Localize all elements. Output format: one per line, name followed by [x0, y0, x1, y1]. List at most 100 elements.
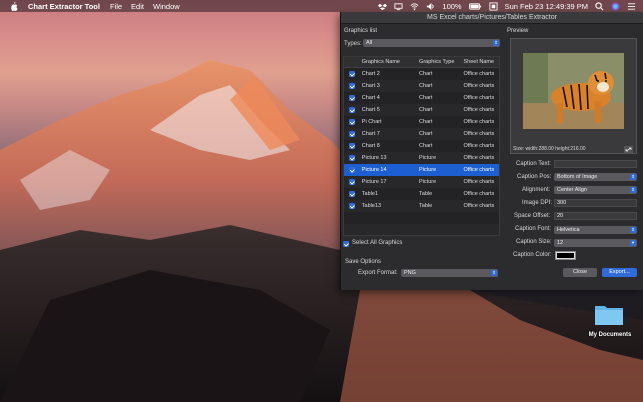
cell-sheet-name: Office charts	[463, 119, 495, 125]
preview-panel: Size: width:288.00 height:216.00	[510, 38, 637, 154]
table-row[interactable]: Picture 17 Picture Office charts	[344, 176, 499, 188]
flag-icon[interactable]	[489, 1, 498, 11]
expand-icon[interactable]	[624, 146, 633, 153]
caption-font-popup[interactable]: Helvetica ⇕	[554, 226, 637, 234]
window-title[interactable]: MS Excel charts/Pictures/Tables Extracto…	[341, 12, 643, 24]
table-row[interactable]: Chart 5 Chart Office charts	[344, 104, 499, 116]
cell-sheet-name: Office charts	[463, 179, 495, 185]
cell-graphics-type: Picture	[419, 167, 437, 173]
caption-pos-label: Caption Pos:	[517, 174, 552, 180]
table-row[interactable]: Chart 7 Chart Office charts	[344, 128, 499, 140]
empty-row	[344, 212, 499, 224]
popup-arrows-icon: ⇕	[630, 187, 636, 193]
menu-file[interactable]: File	[110, 2, 122, 11]
table-row[interactable]: Chart 4 Chart Office charts	[344, 92, 499, 104]
cell-sheet-name: Office charts	[463, 167, 495, 173]
menu-bar: Chart Extractor Tool File Edit Window 10…	[0, 0, 643, 12]
cell-graphics-name: Chart 2	[361, 71, 380, 77]
chevron-down-icon: ▾	[630, 240, 636, 246]
close-button[interactable]: Close	[563, 268, 597, 277]
siri-icon[interactable]	[611, 1, 620, 11]
export-format-popup[interactable]: PNG ⇕	[401, 269, 498, 277]
row-checkbox[interactable]	[348, 155, 355, 161]
row-checkbox[interactable]	[348, 107, 355, 113]
caption-color-well[interactable]	[555, 251, 576, 260]
cell-sheet-name: Office charts	[463, 203, 495, 209]
row-checkbox[interactable]	[348, 167, 355, 173]
image-dpi-input[interactable]: 300	[554, 199, 637, 207]
table-row[interactable]: Picture 14 Picture Office charts	[344, 164, 499, 176]
types-popup-value: All	[366, 40, 373, 46]
cell-graphics-name: Chart 8	[361, 143, 380, 149]
row-checkbox[interactable]	[348, 203, 355, 209]
space-offset-input[interactable]: 20	[554, 212, 637, 220]
menu-edit[interactable]: Edit	[131, 2, 144, 11]
cell-graphics-name: Pi Chart	[361, 119, 382, 125]
cell-sheet-name: Office charts	[463, 71, 495, 77]
cell-graphics-type: Chart	[419, 95, 433, 101]
caption-pos-popup[interactable]: Bottom of Image ⇕	[554, 173, 637, 181]
row-checkbox[interactable]	[348, 179, 355, 185]
popup-arrows-icon: ⇕	[630, 227, 636, 233]
export-button[interactable]: Export...	[602, 268, 637, 277]
select-all-checkbox[interactable]	[343, 241, 349, 247]
table-row[interactable]: Chart 8 Chart Office charts	[344, 140, 499, 152]
table-row[interactable]: Table1 Table Office charts	[344, 188, 499, 200]
table-row[interactable]: Chart 2 Chart Office charts	[344, 68, 499, 80]
column-sheet-name[interactable]: Sheet Name	[461, 57, 499, 67]
caption-text-input[interactable]	[554, 160, 637, 168]
apple-icon[interactable]	[10, 1, 19, 11]
volume-icon[interactable]	[426, 2, 435, 11]
alignment-popup[interactable]: Center Align ⇕	[554, 186, 637, 194]
column-graphics-name[interactable]: Graphics Name	[360, 57, 417, 67]
cell-graphics-name: Chart 7	[361, 131, 380, 137]
cell-graphics-name: Chart 5	[361, 107, 380, 113]
tiger-preview-image	[523, 53, 624, 129]
types-label: Types:	[344, 41, 362, 47]
table-body: Chart 2 Chart Office charts Chart 3 Chart Off…	[344, 68, 499, 235]
caption-size-combo[interactable]: 12 ▾	[554, 239, 637, 247]
row-checkbox[interactable]	[348, 191, 355, 197]
cell-graphics-name: Chart 3	[361, 83, 380, 89]
row-checkbox[interactable]	[348, 83, 355, 89]
cell-graphics-type: Chart	[419, 119, 433, 125]
cell-graphics-type: Picture	[419, 179, 437, 185]
cell-graphics-name: Picture 17	[361, 179, 387, 185]
cell-graphics-type: Chart	[419, 143, 433, 149]
caption-text-label: Caption Text:	[516, 161, 551, 167]
row-checkbox[interactable]	[348, 95, 355, 101]
notification-center-icon[interactable]	[627, 2, 636, 11]
cell-graphics-name: Table13	[361, 203, 382, 209]
table-row[interactable]: Chart 3 Chart Office charts	[344, 80, 499, 92]
cell-sheet-name: Office charts	[463, 143, 495, 149]
preview-size-info: Size: width:288.00 height:216.00	[513, 146, 586, 152]
folder-icon[interactable]	[594, 302, 624, 326]
wifi-icon[interactable]	[410, 2, 419, 11]
menu-window[interactable]: Window	[153, 2, 180, 11]
cell-graphics-type: Chart	[419, 71, 433, 77]
column-graphics-type[interactable]: Graphics Type	[417, 57, 461, 67]
menu-clock[interactable]: Sun Feb 23 12:49:39 PM	[505, 2, 588, 11]
cell-graphics-type: Chart	[419, 107, 433, 113]
table-row[interactable]: Picture 13 Picture Office charts	[344, 152, 499, 164]
table-row[interactable]: Pi Chart Chart Office charts	[344, 116, 499, 128]
dropbox-icon[interactable]	[378, 2, 388, 11]
table-row[interactable]: Table13 Table Office charts	[344, 200, 499, 212]
display-icon[interactable]	[394, 2, 403, 11]
space-offset-label: Space Offset:	[514, 213, 551, 219]
row-checkbox[interactable]	[348, 143, 355, 149]
row-checkbox[interactable]	[348, 131, 355, 137]
types-popup[interactable]: All ⇕	[363, 39, 500, 47]
app-menu-name[interactable]: Chart Extractor Tool	[28, 2, 100, 11]
cell-graphics-name: Chart 4	[361, 95, 380, 101]
my-documents-label[interactable]: My Documents	[580, 332, 640, 338]
row-checkbox[interactable]	[348, 119, 355, 125]
cell-graphics-type: Table	[419, 191, 433, 197]
popup-arrows-icon: ⇕	[630, 174, 636, 180]
battery-icon[interactable]	[468, 2, 482, 11]
cell-graphics-type: Picture	[419, 155, 437, 161]
row-checkbox[interactable]	[348, 71, 355, 77]
spotlight-search-icon[interactable]	[595, 1, 604, 11]
table-header: Graphics Name Graphics Type Sheet Name	[344, 57, 499, 68]
popup-arrows-icon: ⇕	[493, 40, 499, 46]
